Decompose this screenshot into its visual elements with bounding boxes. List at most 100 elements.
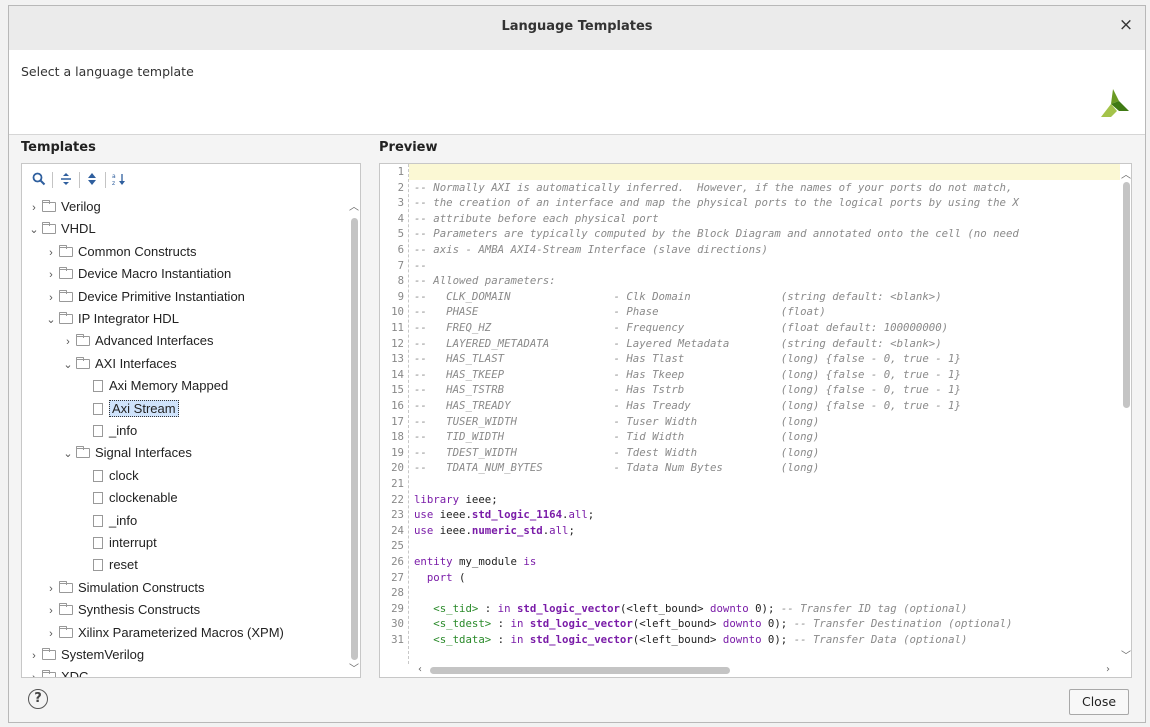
tree-scroll-thumb[interactable] <box>351 218 358 660</box>
code-token: std_logic_1164 <box>471 508 563 522</box>
tree-item-label: AXI Interfaces <box>95 355 177 371</box>
chevron-right-icon[interactable]: › <box>45 623 57 645</box>
tree-template-item[interactable]: Axi Memory Mapped <box>79 375 228 397</box>
folder-icon <box>76 356 90 369</box>
tree-template-item[interactable]: reset <box>79 554 138 576</box>
code-line: 7 -- <box>380 258 427 274</box>
tree-template-item[interactable]: _info <box>79 420 137 442</box>
collapse-all-icon[interactable] <box>59 172 73 186</box>
tree-folder[interactable]: › Device Primitive Instantiation <box>45 286 245 308</box>
tree-folder[interactable]: › Simulation Constructs <box>45 577 204 599</box>
tree-folder[interactable]: › SystemVerilog <box>28 644 144 666</box>
chevron-right-icon[interactable]: › <box>28 667 40 677</box>
preview-scroll-thumb[interactable] <box>1123 182 1130 408</box>
tree-template-item[interactable]: clock <box>79 465 139 487</box>
code-token: all <box>568 508 588 522</box>
code-text: port ( <box>414 570 466 586</box>
code-token: -- axis - AMBA AXI4-Stream Interface (sl… <box>414 243 768 256</box>
chevron-down-icon[interactable]: ⌄ <box>45 309 57 331</box>
code-token: -- TUSER_WIDTH - Tuser Width (long) <box>414 414 820 428</box>
tree-folder[interactable]: › Xilinx Parameterized Macros (XPM) <box>45 622 284 644</box>
tree-folder[interactable]: ⌄ IP Integrator HDL <box>45 308 179 330</box>
code-text: -- HAS_TREADY - Has Tready (long) {false… <box>414 398 961 414</box>
tree-folder[interactable]: › Verilog <box>28 196 101 218</box>
code-token: -- CLK_DOMAIN - Clk Domain (string defau… <box>414 289 942 303</box>
scroll-up-arrow[interactable]: ︿ <box>1120 166 1131 181</box>
scroll-down-arrow[interactable]: ﹀ <box>1120 647 1131 662</box>
tree-folder[interactable]: › Advanced Interfaces <box>62 330 213 353</box>
help-icon[interactable]: ? <box>28 689 48 709</box>
scroll-up-arrow[interactable]: ︿ <box>348 198 360 213</box>
code-line: 23 use ieee.std_logic_1164.all; <box>380 507 594 523</box>
code-text: -- HAS_TKEEP - Has Tkeep (long) {false -… <box>414 367 961 383</box>
chevron-right-icon[interactable]: › <box>45 578 57 600</box>
line-number: 26 <box>391 555 404 568</box>
code-line: 31 <s_tdata> : in std_logic_vector(<left… <box>380 632 967 648</box>
expand-all-icon[interactable] <box>85 172 99 186</box>
scroll-right-arrow[interactable]: › <box>1102 664 1114 675</box>
tree-template-item[interactable]: interrupt <box>79 532 157 554</box>
sort-icon[interactable]: a z <box>112 172 126 186</box>
toolbar-separator <box>52 172 53 188</box>
preview-code-area[interactable]: 1 2 -- Normally AXI is automatically infer… <box>380 164 1120 664</box>
code-text: -- CLK_DOMAIN - Clk Domain (string defau… <box>414 289 942 305</box>
tree-folder[interactable]: › Device Macro Instantiation <box>45 263 231 285</box>
tree-item-label: clock <box>109 467 139 483</box>
chevron-right-icon[interactable]: › <box>45 287 57 309</box>
tree-template-item[interactable]: Axi Stream <box>79 398 179 420</box>
tree-folder[interactable]: ⌄ AXI Interfaces <box>62 353 177 376</box>
code-token: is <box>523 555 537 568</box>
code-text: <s_tdest> : in std_logic_vector(<left_bo… <box>414 616 1012 632</box>
code-line: 6 -- axis - AMBA AXI4-Stream Interface (s… <box>380 242 768 258</box>
code-line: 10 -- PHASE - Phase (float) <box>380 304 826 320</box>
search-icon[interactable] <box>32 172 46 186</box>
code-line: 22 library ieee; <box>380 492 498 508</box>
tree-folder[interactable]: › Synthesis Constructs <box>45 599 200 621</box>
tree-folder[interactable]: › XDC <box>28 666 88 677</box>
file-icon <box>93 425 103 437</box>
chevron-right-icon[interactable]: › <box>62 331 74 353</box>
chevron-down-icon[interactable]: ⌄ <box>28 219 40 241</box>
chevron-right-icon[interactable]: › <box>45 242 57 264</box>
tree-item-label: _info <box>109 423 138 438</box>
tree-item-label: Xilinx Parameterized Macros (XPM) <box>78 624 284 640</box>
preview-horizontal-scrollbar[interactable]: ‹ › <box>408 664 1120 677</box>
chevron-right-icon[interactable]: › <box>45 264 57 286</box>
code-token: -- attribute before each physical port <box>414 211 659 225</box>
code-line: 18 -- TID_WIDTH - Tid Width (long) <box>380 429 819 445</box>
close-icon[interactable]: × <box>1117 16 1135 34</box>
chevron-down-icon[interactable]: ⌄ <box>62 443 74 465</box>
chevron-right-icon[interactable]: › <box>28 197 40 219</box>
file-icon <box>93 469 103 482</box>
preview-hscroll-thumb[interactable] <box>430 667 730 674</box>
code-token: entity <box>414 555 453 568</box>
chevron-right-icon[interactable]: › <box>45 600 57 622</box>
code-token: -- <box>414 258 427 272</box>
line-number: 30 <box>391 617 404 631</box>
tree-folder[interactable]: ⌄ VHDL <box>28 218 95 241</box>
line-number: 11 <box>391 321 404 334</box>
scroll-left-arrow[interactable]: ‹ <box>414 664 426 675</box>
chevron-down-icon[interactable]: ⌄ <box>62 354 74 376</box>
code-line: 28 <box>380 585 407 601</box>
code-token: <s_tdata> <box>414 633 492 646</box>
preview-vertical-scrollbar[interactable]: ︿ ﹀ <box>1120 164 1131 664</box>
code-text: -- Allowed parameters: <box>414 273 556 289</box>
tree-template-item[interactable]: clockenable <box>79 487 178 509</box>
code-line: 20 -- TDATA_NUM_BYTES - Tdata Num Bytes (… <box>380 460 819 476</box>
line-number: 29 <box>391 601 404 615</box>
tree-template-item[interactable]: _info <box>79 510 137 532</box>
tree-item-label: Axi Memory Mapped <box>109 378 229 394</box>
close-button[interactable]: Close <box>1069 689 1129 715</box>
line-number: 7 <box>397 258 404 272</box>
svg-text:a: a <box>112 173 116 180</box>
dialog-header: Select a language template <box>9 50 1145 135</box>
tree-folder[interactable]: › Common Constructs <box>45 241 196 263</box>
chevron-right-icon[interactable]: › <box>28 645 40 667</box>
code-text: -- FREQ_HZ - Frequency (float default: 1… <box>414 320 948 336</box>
line-number: 5 <box>397 227 404 241</box>
line-number: 27 <box>391 570 404 584</box>
tree-vertical-scrollbar[interactable]: ︿ ﹀ <box>348 194 360 677</box>
scroll-down-arrow[interactable]: ﹀ <box>348 660 360 675</box>
tree-folder[interactable]: ⌄ Signal Interfaces <box>62 442 191 465</box>
